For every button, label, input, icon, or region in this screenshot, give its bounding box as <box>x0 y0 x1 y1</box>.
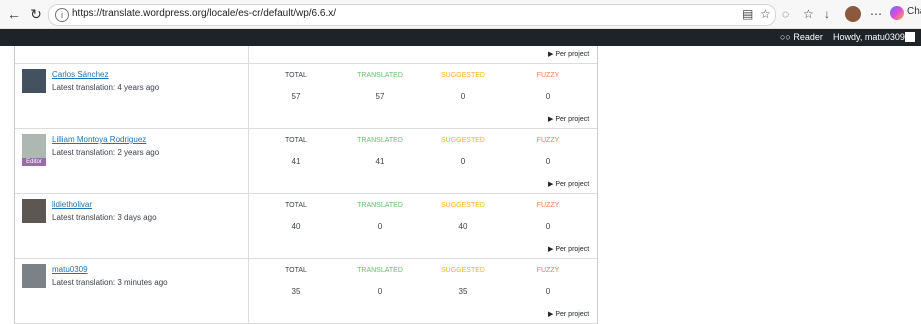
favorites-icon[interactable]: ☆ <box>803 6 814 22</box>
triangle-right-icon: ▶ <box>548 116 554 123</box>
per-project-label: Per project <box>555 51 590 58</box>
column-divider <box>248 259 249 323</box>
triangle-right-icon: ▶ <box>548 51 554 58</box>
translated-value: 0 <box>377 222 383 231</box>
total-label: TOTAL <box>285 202 307 209</box>
suggested-value: 0 <box>460 92 466 101</box>
triangle-right-icon: ▶ <box>548 181 554 188</box>
translated-label: TRANSLATED <box>357 267 403 274</box>
column-divider <box>248 129 249 193</box>
triangle-right-icon: ▶ <box>548 246 554 253</box>
translated-label: TRANSLATED <box>357 137 403 144</box>
fuzzy-label: FUZZY <box>536 137 560 144</box>
top-row: ▶ Per project <box>15 46 597 64</box>
suggested-value: 40 <box>458 222 468 231</box>
per-project-link[interactable]: ▶ Per project <box>548 310 589 318</box>
reader-label: Reader <box>793 32 823 42</box>
more-icon[interactable]: ⋯ <box>870 6 882 22</box>
triangle-right-icon: ▶ <box>548 311 554 318</box>
address-bar[interactable]: i https://translate.wordpress.org/locale… <box>48 4 776 26</box>
per-project-label: Per project <box>555 181 590 188</box>
suggested-value: 0 <box>460 157 466 166</box>
suggested-label: SUGGESTED <box>441 267 485 274</box>
howdy-user-link[interactable]: Howdy, matu0309 <box>833 32 905 42</box>
contributor-name-link[interactable]: matu0309 <box>52 265 88 274</box>
latest-translation-text: Latest translation: 2 years ago <box>52 148 160 157</box>
table-row: matu0309 Latest translation: 3 minutes a… <box>15 259 597 324</box>
reader-link[interactable]: ○○ Reader <box>780 32 823 42</box>
suggested-value: 35 <box>458 287 468 296</box>
column-divider <box>248 64 249 128</box>
per-project-link[interactable]: ▶ Per project <box>548 50 589 58</box>
translated-label: TRANSLATED <box>357 72 403 79</box>
per-project-link[interactable]: ▶ Per project <box>548 245 589 253</box>
avatar <box>22 134 46 158</box>
translated-value: 41 <box>375 157 385 166</box>
fuzzy-label: FUZZY <box>536 202 560 209</box>
fuzzy-label: FUZZY <box>536 267 560 274</box>
profile-icon[interactable] <box>845 6 861 22</box>
browser-toolbar: ← ↻ i https://translate.wordpress.org/lo… <box>0 0 921 29</box>
fuzzy-label: FUZZY <box>536 72 560 79</box>
fuzzy-value: 0 <box>545 157 551 166</box>
contributor-name-link[interactable]: Lilliam Montoya Rodriguez <box>52 135 146 144</box>
wordpress-admin-bar: ○○ Reader Howdy, matu0309 <box>0 29 921 46</box>
download-icon[interactable]: ↓ <box>824 6 830 22</box>
translated-label: TRANSLATED <box>357 202 403 209</box>
translated-value: 0 <box>377 287 383 296</box>
reader-view-icon[interactable]: ▤ <box>742 6 753 22</box>
editor-badge: Editor <box>22 158 46 166</box>
suggested-label: SUGGESTED <box>441 72 485 79</box>
table-row: Editor Lilliam Montoya Rodriguez Latest … <box>15 129 597 194</box>
latest-translation-text: Latest translation: 3 minutes ago <box>52 278 168 287</box>
per-project-link[interactable]: ▶ Per project <box>548 115 589 123</box>
suggested-label: SUGGESTED <box>441 202 485 209</box>
suggested-label: SUGGESTED <box>441 137 485 144</box>
total-value: 35 <box>291 287 301 296</box>
total-value: 40 <box>291 222 301 231</box>
site-info-icon[interactable]: i <box>55 8 69 22</box>
copilot-icon[interactable] <box>890 6 904 20</box>
per-project-label: Per project <box>555 311 590 318</box>
copilot-label[interactable]: Cha <box>907 6 921 17</box>
table-row: lidietholivar Latest translation: 3 days… <box>15 194 597 259</box>
latest-translation-text: Latest translation: 4 years ago <box>52 83 160 92</box>
avatar <box>22 199 46 223</box>
column-divider <box>248 194 249 258</box>
contributors-table: ▶ Per project Carlos Sánchez Latest tran… <box>14 46 598 324</box>
fuzzy-value: 0 <box>545 287 551 296</box>
column-divider <box>248 46 249 63</box>
back-arrow-icon[interactable]: ← <box>6 6 22 22</box>
contributor-name-link[interactable]: Carlos Sánchez <box>52 70 108 79</box>
latest-translation-text: Latest translation: 3 days ago <box>52 213 157 222</box>
per-project-link[interactable]: ▶ Per project <box>548 180 589 188</box>
extension-icon[interactable]: ◌ <box>782 6 789 22</box>
star-icon[interactable]: ☆ <box>760 6 771 22</box>
table-row: Carlos Sánchez Latest translation: 4 yea… <box>15 64 597 129</box>
total-label: TOTAL <box>285 72 307 79</box>
url-text[interactable]: https://translate.wordpress.org/locale/e… <box>72 8 336 19</box>
contributor-name-link[interactable]: lidietholivar <box>52 200 92 209</box>
fuzzy-value: 0 <box>545 92 551 101</box>
total-value: 41 <box>291 157 301 166</box>
glasses-icon: ○○ <box>780 32 791 42</box>
total-value: 57 <box>291 92 301 101</box>
user-avatar-icon[interactable] <box>905 32 915 42</box>
refresh-icon[interactable]: ↻ <box>28 6 44 22</box>
total-label: TOTAL <box>285 267 307 274</box>
per-project-label: Per project <box>555 246 590 253</box>
per-project-label: Per project <box>555 116 590 123</box>
avatar <box>22 264 46 288</box>
translated-value: 57 <box>375 92 385 101</box>
avatar <box>22 69 46 93</box>
total-label: TOTAL <box>285 137 307 144</box>
fuzzy-value: 0 <box>545 222 551 231</box>
